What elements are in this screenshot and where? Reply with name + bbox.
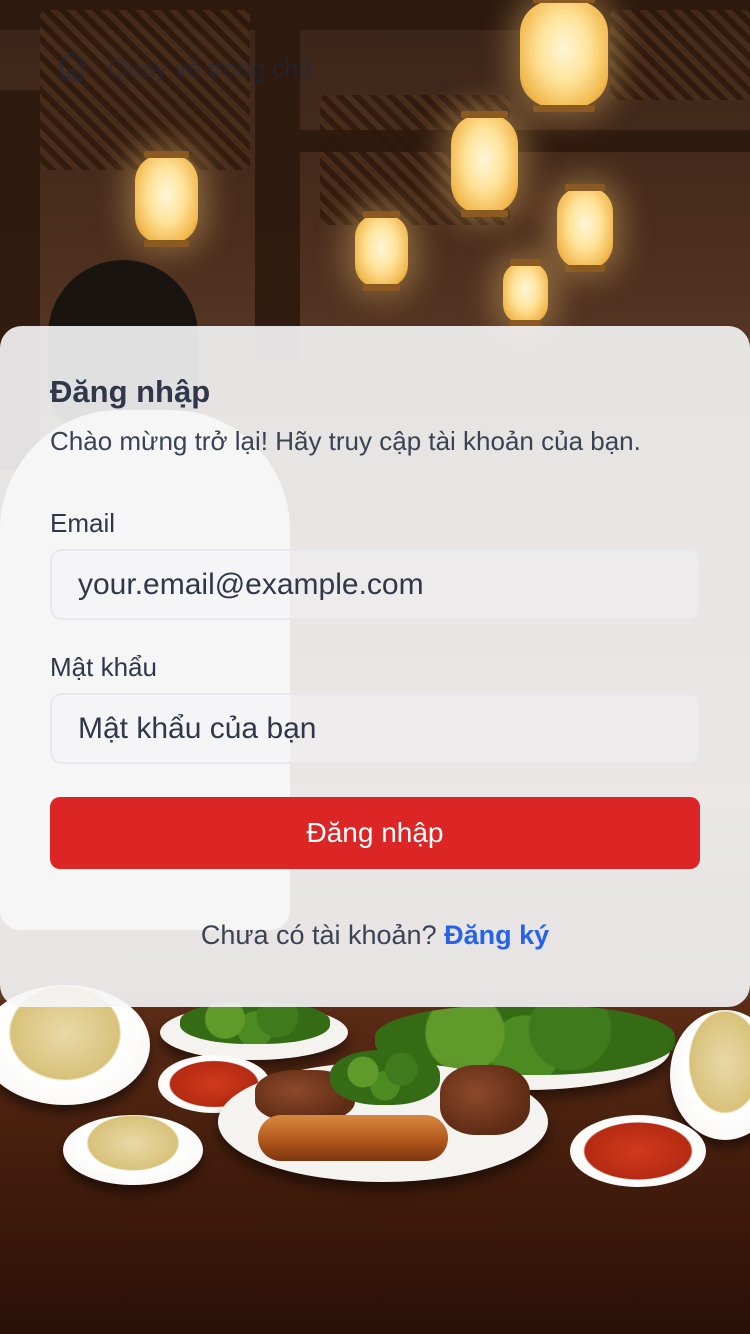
home-icon	[54, 48, 90, 91]
login-button[interactable]: Đăng nhập	[50, 797, 700, 869]
signup-prompt: Chưa có tài khoản?	[200, 920, 445, 950]
signup-link[interactable]: Đăng ký	[444, 920, 549, 950]
password-input[interactable]	[50, 693, 700, 764]
back-to-home-link[interactable]: Quay về trang chủ	[54, 48, 312, 91]
login-card: Đăng nhập Chào mừng trở lại! Hãy truy cậ…	[0, 326, 750, 1007]
email-input[interactable]	[50, 549, 700, 620]
signup-row: Chưa có tài khoản? Đăng ký	[0, 920, 750, 951]
login-title: Đăng nhập	[50, 374, 211, 409]
email-label: Email	[50, 508, 116, 538]
login-subtitle: Chào mừng trở lại! Hãy truy cập tài khoả…	[50, 426, 641, 456]
password-label: Mật khẩu	[50, 652, 157, 682]
back-to-home-label: Quay về trang chủ	[108, 55, 313, 83]
